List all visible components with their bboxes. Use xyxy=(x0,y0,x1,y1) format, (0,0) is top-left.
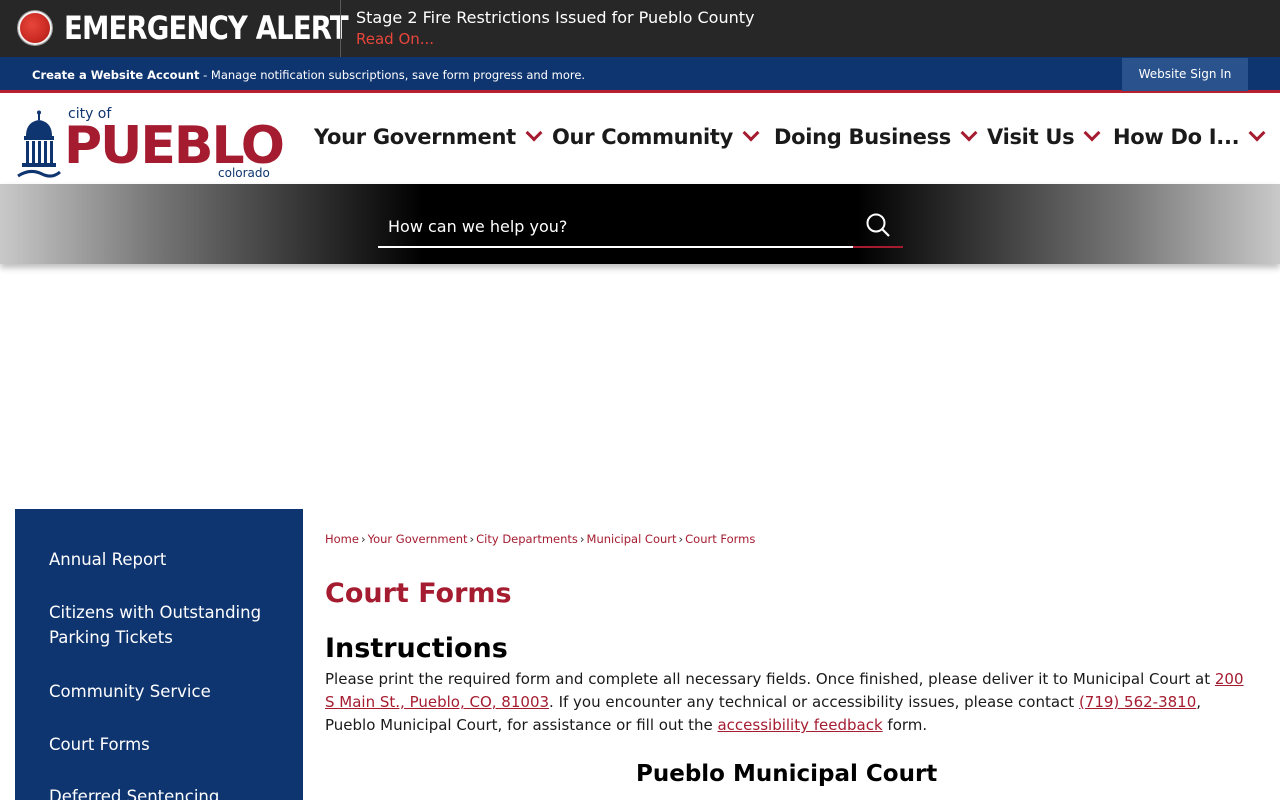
sidebar-item-parking-tickets[interactable]: Citizens with Outstanding Parking Ticket… xyxy=(49,600,279,650)
home-logo[interactable]: city of PUEBLO colorado xyxy=(16,102,296,182)
instructions-text: Please print the required form and compl… xyxy=(325,670,1215,688)
breadcrumb: Home › Your Government › City Departments › Mu… xyxy=(325,532,755,546)
emergency-alert-bar: EMERGENCY ALERT Stage 2 Fire Restriction… xyxy=(0,0,1280,57)
breadcrumb-separator: › xyxy=(469,532,475,546)
account-description: - Manage notification subscriptions, sav… xyxy=(199,68,586,82)
breadcrumb-city-departments[interactable]: City Departments xyxy=(476,532,578,546)
alert-divider xyxy=(340,0,341,57)
chevron-down-icon xyxy=(525,124,543,142)
search-icon xyxy=(866,213,890,237)
chevron-down-icon xyxy=(1083,124,1101,142)
sidebar-item-deferred-sentencing[interactable]: Deferred Sentencing xyxy=(49,784,279,809)
breadcrumb-separator: › xyxy=(678,532,684,546)
phone-link[interactable]: (719) 562-3810 xyxy=(1079,693,1196,711)
alert-read-on-link[interactable]: Read On... xyxy=(356,30,434,48)
breadcrumb-home[interactable]: Home xyxy=(325,532,359,546)
chevron-down-icon xyxy=(1248,124,1266,142)
nav-label: Doing Business xyxy=(774,125,951,149)
breadcrumb-your-government[interactable]: Your Government xyxy=(368,532,468,546)
search-input[interactable] xyxy=(378,206,853,248)
logo-state: colorado xyxy=(218,166,270,180)
nav-how-do-i[interactable]: How Do I... xyxy=(1113,124,1266,155)
site-header: city of PUEBLO colorado Your Government … xyxy=(0,96,1280,184)
create-account-link[interactable]: Create a Website Account xyxy=(32,68,199,82)
accessibility-feedback-link[interactable]: accessibility feedback xyxy=(717,716,882,734)
breadcrumb-municipal-court[interactable]: Municipal Court xyxy=(587,532,677,546)
nav-label: Visit Us xyxy=(987,125,1075,149)
alert-headline[interactable]: Stage 2 Fire Restrictions Issued for Pue… xyxy=(356,8,754,27)
sidebar-nav: Annual Report Citizens with Outstanding … xyxy=(15,509,303,806)
breadcrumb-court-forms[interactable]: Court Forms xyxy=(685,532,755,546)
nav-our-community[interactable]: Our Community xyxy=(552,124,760,155)
nav-visit-us[interactable]: Visit Us xyxy=(987,124,1101,155)
breadcrumb-separator: › xyxy=(360,532,366,546)
nav-label: How Do I... xyxy=(1113,125,1240,149)
capitol-dome-icon xyxy=(17,110,61,178)
alert-title: EMERGENCY ALERT xyxy=(64,9,349,47)
instructions-heading: Instructions xyxy=(325,633,508,664)
search-band xyxy=(0,184,1280,264)
account-bar: Create a Website Account - Manage notifi… xyxy=(0,57,1280,93)
chevron-down-icon xyxy=(742,124,760,142)
breadcrumb-separator: › xyxy=(579,532,585,546)
instructions-text: form. xyxy=(882,716,928,734)
account-bar-text: Create a Website Account - Manage notifi… xyxy=(32,68,585,82)
sidebar-item-annual-report[interactable]: Annual Report xyxy=(49,547,279,572)
nav-your-government[interactable]: Your Government xyxy=(314,124,543,155)
alert-icon xyxy=(18,11,52,45)
sign-in-button[interactable]: Website Sign In xyxy=(1122,58,1248,91)
instructions-paragraph: Please print the required form and compl… xyxy=(325,668,1250,737)
sidebar-item-community-service[interactable]: Community Service xyxy=(49,679,279,704)
chevron-down-icon xyxy=(960,124,978,142)
instructions-text: . If you encounter any technical or acce… xyxy=(549,693,1079,711)
court-heading: Pueblo Municipal Court xyxy=(636,761,938,787)
nav-label: Your Government xyxy=(314,125,516,149)
nav-label: Our Community xyxy=(552,125,733,149)
nav-doing-business[interactable]: Doing Business xyxy=(774,124,978,155)
sidebar-item-court-forms[interactable]: Court Forms xyxy=(49,732,279,757)
search-button[interactable] xyxy=(853,206,903,248)
page-title: Court Forms xyxy=(325,578,512,609)
